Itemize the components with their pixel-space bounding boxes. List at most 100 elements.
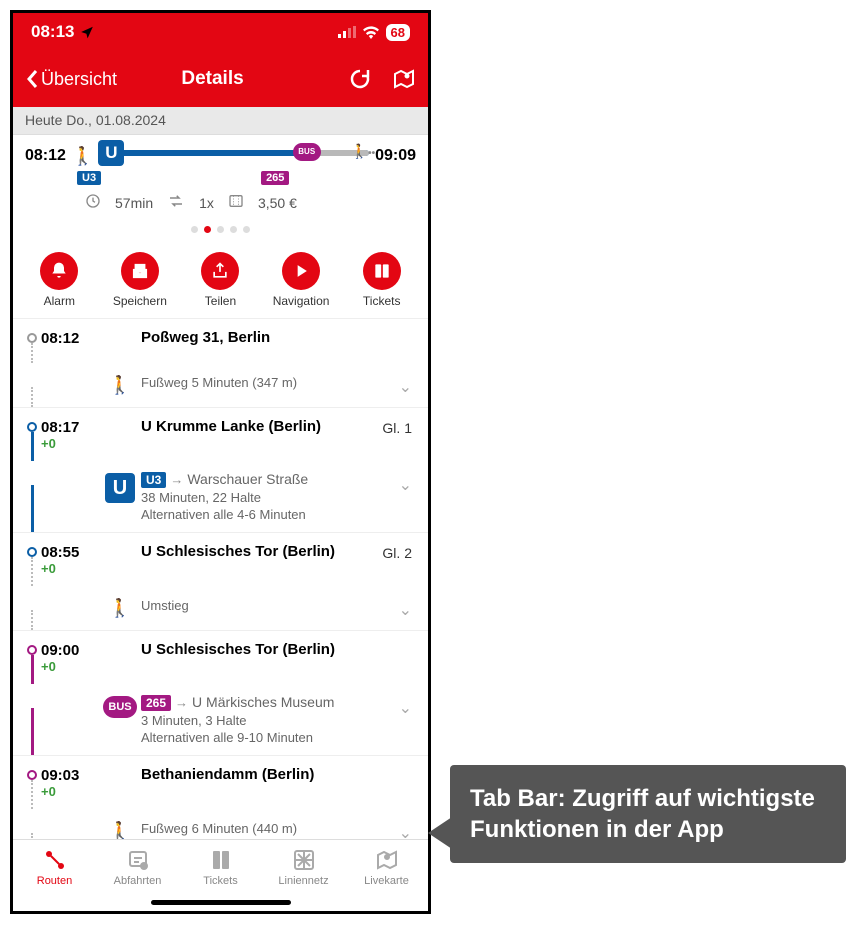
action-row: Alarm Speichern Teilen Navigation Ticket…: [13, 248, 428, 319]
step-origin: 08:12 Poßweg 31, Berlin: [13, 319, 428, 363]
step-delay: +0: [41, 659, 99, 674]
step-title: U Schlesisches Tor (Berlin): [141, 543, 382, 560]
walk-icon: 🚶: [109, 821, 131, 841]
annotation-callout: Tab Bar: Zugriff auf wichtigste Funktion…: [450, 765, 846, 863]
tickets-label: Tickets: [363, 294, 401, 308]
bell-icon: [49, 261, 69, 281]
phone-frame: 08:13 68 Übersicht Details Heute Do., 01…: [10, 10, 431, 914]
step-title: U Schlesisches Tor (Berlin): [141, 641, 416, 658]
tab-label: Routen: [37, 875, 72, 887]
status-time: 08:13: [31, 22, 74, 42]
share-label: Teilen: [205, 294, 236, 308]
walk-icon: 🚶••: [351, 143, 375, 160]
direction: U Märkisches Museum: [192, 694, 334, 710]
chevron-down-icon: ⌄: [391, 596, 416, 620]
duration-icon: [85, 193, 101, 212]
share-button[interactable]: Teilen: [184, 252, 256, 308]
tickets-button[interactable]: Tickets: [346, 252, 418, 308]
step-station: 08:17+0 U Krumme Lanke (Berlin) Gl. 1: [13, 408, 428, 461]
trip-summary: 08:12 🚶 U BUS 🚶•• 09:09 U3 265 57min 1x …: [13, 135, 428, 248]
wifi-icon: [362, 26, 380, 39]
direction: Warschauer Straße: [187, 471, 308, 487]
step-time: 08:55: [41, 544, 79, 561]
network-icon: [291, 848, 317, 872]
callout-arrow-icon: [428, 817, 452, 849]
tab-label: Abfahrten: [114, 875, 162, 887]
step-title: Poßweg 31, Berlin: [141, 329, 416, 346]
livemap-icon: [374, 848, 400, 872]
step-time: 09:00: [41, 642, 79, 659]
step-transit[interactable]: BUS 265→U Märkisches Museum 3 Minuten, 3…: [13, 684, 428, 756]
step-delay: +0: [41, 784, 99, 799]
arrow-right-icon: →: [175, 695, 188, 710]
save-label: Speichern: [113, 294, 167, 308]
step-delay: +0: [41, 561, 99, 576]
step-sub: Fußweg 5 Minuten (347 m): [141, 375, 391, 390]
trip-price: 3,50 €: [258, 195, 297, 211]
line-badge: 265: [141, 695, 171, 711]
tickets-icon: [208, 848, 234, 872]
tab-livemap[interactable]: Livekarte: [345, 840, 428, 911]
walk-icon: 🚶: [109, 598, 131, 618]
step-station: 09:00+0 U Schlesisches Tor (Berlin): [13, 631, 428, 684]
navigation-label: Navigation: [273, 294, 330, 308]
line-badge: 265: [261, 171, 289, 185]
chevron-down-icon: ⌄: [391, 373, 416, 397]
page-indicator[interactable]: [25, 218, 416, 244]
bus-icon: BUS: [103, 696, 137, 718]
routes-icon: [42, 848, 68, 872]
step-sub: Umstieg: [141, 598, 391, 613]
changes-icon: [167, 194, 185, 211]
departures-icon: [125, 848, 151, 872]
tab-label: Tickets: [203, 875, 237, 887]
line-badge: U3: [77, 171, 101, 185]
ticket-icon: [228, 193, 244, 212]
step-time: 08:17: [41, 419, 79, 436]
step-sub: Alternativen alle 4-6 Minuten: [141, 507, 391, 522]
chevron-down-icon: ⌄: [391, 471, 416, 522]
navigation-button[interactable]: Navigation: [265, 252, 337, 308]
trip-changes: 1x: [199, 195, 214, 211]
home-indicator: [151, 900, 291, 905]
map-icon[interactable]: [392, 67, 416, 91]
chevron-left-icon: [25, 69, 39, 89]
tab-label: Liniennetz: [278, 875, 328, 887]
arrow-right-icon: →: [170, 472, 183, 487]
step-time: 08:12: [41, 329, 99, 353]
walk-icon: 🚶: [109, 375, 131, 395]
save-button[interactable]: Speichern: [104, 252, 176, 308]
line-badge: U3: [141, 472, 166, 488]
arrive-time: 09:09: [375, 147, 416, 165]
tab-routes[interactable]: Routen: [13, 840, 96, 911]
step-transit[interactable]: U U3 → Warschauer Straße 38 Minuten, 22 Ha…: [13, 461, 428, 533]
step-walk[interactable]: 🚶 Fußweg 5 Minuten (347 m) ⌄: [13, 363, 428, 408]
save-icon: [130, 261, 150, 281]
callout-text: Tab Bar: Zugriff auf wichtigste Funktion…: [470, 785, 815, 843]
refresh-icon[interactable]: [348, 67, 372, 91]
ticket-icon: [372, 261, 392, 281]
ubahn-badge: U: [98, 140, 124, 166]
trip-progress-bar: U BUS 🚶••: [100, 143, 369, 169]
depart-time: 08:12: [25, 147, 66, 165]
signal-icon: [338, 26, 356, 38]
status-bar: 08:13 68: [13, 13, 428, 51]
alarm-button[interactable]: Alarm: [23, 252, 95, 308]
chevron-down-icon: ⌄: [391, 694, 416, 745]
step-sub: Alternativen alle 9-10 Minuten: [141, 730, 391, 745]
share-icon: [210, 261, 230, 281]
alarm-label: Alarm: [44, 294, 75, 308]
nav-bar: Übersicht Details: [13, 51, 428, 107]
step-title: U Krumme Lanke (Berlin): [141, 418, 382, 435]
step-sub: 38 Minuten, 22 Halte: [141, 490, 391, 505]
step-platform: Gl. 1: [382, 418, 416, 451]
trip-duration: 57min: [115, 195, 153, 211]
step-transfer[interactable]: 🚶 Umstieg ⌄: [13, 586, 428, 631]
walk-icon: 🚶: [72, 146, 94, 167]
battery-badge: 68: [386, 24, 410, 41]
tab-label: Livekarte: [364, 875, 409, 887]
location-arrow-icon: [80, 25, 94, 39]
step-station: 08:55+0 U Schlesisches Tor (Berlin) Gl. …: [13, 533, 428, 586]
ubahn-icon: U: [105, 473, 135, 503]
journey-steps: 08:12 Poßweg 31, Berlin 🚶 Fußweg 5 Minut…: [13, 319, 428, 853]
date-bar: Heute Do., 01.08.2024: [13, 107, 428, 135]
